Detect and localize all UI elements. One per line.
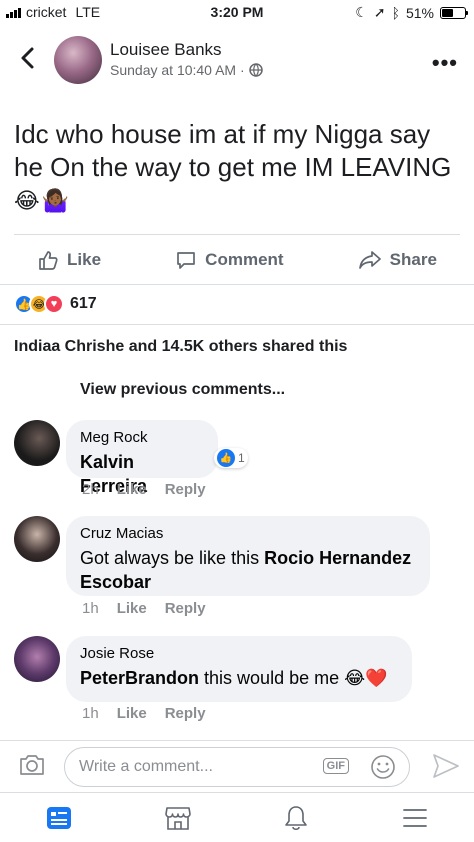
bluetooth-icon: ᛒ bbox=[391, 4, 400, 21]
comment-composer: Write a comment... GIF bbox=[0, 740, 474, 790]
globe-icon bbox=[248, 63, 263, 77]
news-feed-icon bbox=[47, 806, 72, 829]
divider-actions bbox=[0, 284, 474, 285]
commenter-name[interactable]: Josie Rose bbox=[80, 645, 398, 662]
comment-reaction-count: 1 bbox=[238, 451, 245, 465]
post-emojis: 😂 🤷🏾‍♀️ bbox=[14, 188, 69, 214]
location-icon: ➚ bbox=[373, 4, 386, 20]
comment-body: Got always be like this bbox=[80, 548, 265, 568]
love-reaction-icon: ♥ bbox=[44, 294, 64, 314]
comment-label: Comment bbox=[205, 250, 284, 269]
comment-body: this would be me 😂❤️ bbox=[199, 668, 388, 688]
divider-reactions bbox=[0, 324, 474, 325]
emoji-icon[interactable] bbox=[369, 753, 397, 781]
author-avatar[interactable] bbox=[54, 36, 102, 84]
comment-reply-link[interactable]: Reply bbox=[165, 481, 206, 498]
post-header: Louisee Banks Sunday at 10:40 AM · ••• bbox=[0, 34, 474, 88]
comment-age: 2h bbox=[82, 481, 99, 498]
comment-text: PeterBrandon this would be me 😂❤️ bbox=[80, 666, 398, 690]
menu-icon bbox=[402, 808, 427, 827]
comment-avatar[interactable] bbox=[14, 420, 60, 466]
battery-percent: 51% bbox=[405, 4, 434, 21]
post-actions: Like Comment Share bbox=[0, 240, 474, 280]
status-bar: cricket LTE 3:20 PM ☾ ➚ ᛒ 51% bbox=[0, 0, 474, 24]
commenter-name[interactable]: Cruz Macias bbox=[80, 525, 416, 542]
comment-age: 1h bbox=[82, 705, 99, 722]
comment-reactions[interactable]: 👍 1 bbox=[214, 448, 248, 468]
tab-marketplace[interactable] bbox=[158, 798, 198, 838]
comment-like-link[interactable]: Like bbox=[117, 481, 147, 498]
share-label: Share bbox=[389, 250, 437, 269]
comment-icon bbox=[177, 252, 196, 269]
marketplace-icon bbox=[164, 806, 191, 830]
comment-input-placeholder: Write a comment... bbox=[79, 758, 213, 775]
comment-meta: 2h Like Reply bbox=[82, 481, 206, 498]
bottom-tab-bar bbox=[0, 792, 474, 842]
status-right: ☾ ➚ ᛒ 51% bbox=[355, 4, 468, 21]
comment-bubble: Josie Rose PeterBrandon this would be me… bbox=[66, 636, 412, 702]
comment-input[interactable]: Write a comment... GIF bbox=[64, 747, 410, 787]
share-icon bbox=[358, 251, 381, 269]
comment-button[interactable]: Comment bbox=[175, 249, 284, 271]
send-icon[interactable] bbox=[432, 753, 460, 779]
like-label: Like bbox=[67, 250, 102, 269]
comment-avatar[interactable] bbox=[14, 636, 60, 682]
like-reaction-icon: 👍 bbox=[217, 449, 235, 467]
camera-icon[interactable] bbox=[18, 753, 46, 777]
divider-top bbox=[14, 234, 460, 235]
notifications-icon bbox=[285, 805, 308, 830]
share-button[interactable]: Share bbox=[358, 249, 437, 271]
post-text: Idc who house im at if my Nigga say he O… bbox=[14, 119, 452, 182]
gif-button[interactable]: GIF bbox=[322, 758, 349, 774]
more-options-icon[interactable]: ••• bbox=[432, 50, 458, 76]
comment-bubble: Cruz Macias Got always be like this Roci… bbox=[66, 516, 430, 596]
like-button[interactable]: Like bbox=[37, 249, 101, 271]
comment-like-link[interactable]: Like bbox=[117, 705, 147, 722]
comment-text: Got always be like this Rocio Hernandez … bbox=[80, 546, 416, 594]
author-name[interactable]: Louisee Banks bbox=[110, 40, 222, 60]
comment-age: 1h bbox=[82, 600, 99, 617]
reaction-count: 617 bbox=[70, 295, 97, 312]
laughing-emoji: 😂 bbox=[14, 188, 40, 213]
comment-meta: 1h Like Reply bbox=[82, 600, 206, 617]
shares-text[interactable]: Indiaa Chrishe and 14.5K others shared t… bbox=[14, 338, 347, 356]
comment-like-link[interactable]: Like bbox=[117, 600, 147, 617]
comment-reply-link[interactable]: Reply bbox=[165, 705, 206, 722]
post-time-text: Sunday at 10:40 AM · bbox=[110, 62, 245, 78]
tab-news-feed[interactable] bbox=[39, 798, 79, 838]
commenter-name[interactable]: Meg Rock bbox=[80, 429, 204, 446]
comment-reply-link[interactable]: Reply bbox=[165, 600, 206, 617]
post-timestamp[interactable]: Sunday at 10:40 AM · bbox=[110, 62, 263, 78]
comment-meta: 1h Like Reply bbox=[82, 705, 206, 722]
tab-notifications[interactable] bbox=[276, 798, 316, 838]
shrug-emoji: 🤷🏾‍♀️ bbox=[41, 188, 70, 213]
comment-bubble: Meg Rock Kalvin Ferreira bbox=[66, 420, 218, 496]
view-previous-comments[interactable]: View previous comments... bbox=[80, 381, 285, 399]
back-arrow-icon[interactable] bbox=[14, 44, 42, 72]
reaction-summary[interactable]: 👍 😂 ♥ 617 bbox=[14, 294, 97, 314]
thumbs-up-icon bbox=[39, 251, 58, 270]
battery-icon bbox=[440, 6, 468, 19]
comment-mention[interactable]: PeterBrandon bbox=[80, 668, 199, 688]
comment-avatar[interactable] bbox=[14, 516, 60, 562]
tab-menu[interactable] bbox=[395, 798, 435, 838]
moon-icon: ☾ bbox=[355, 4, 368, 20]
